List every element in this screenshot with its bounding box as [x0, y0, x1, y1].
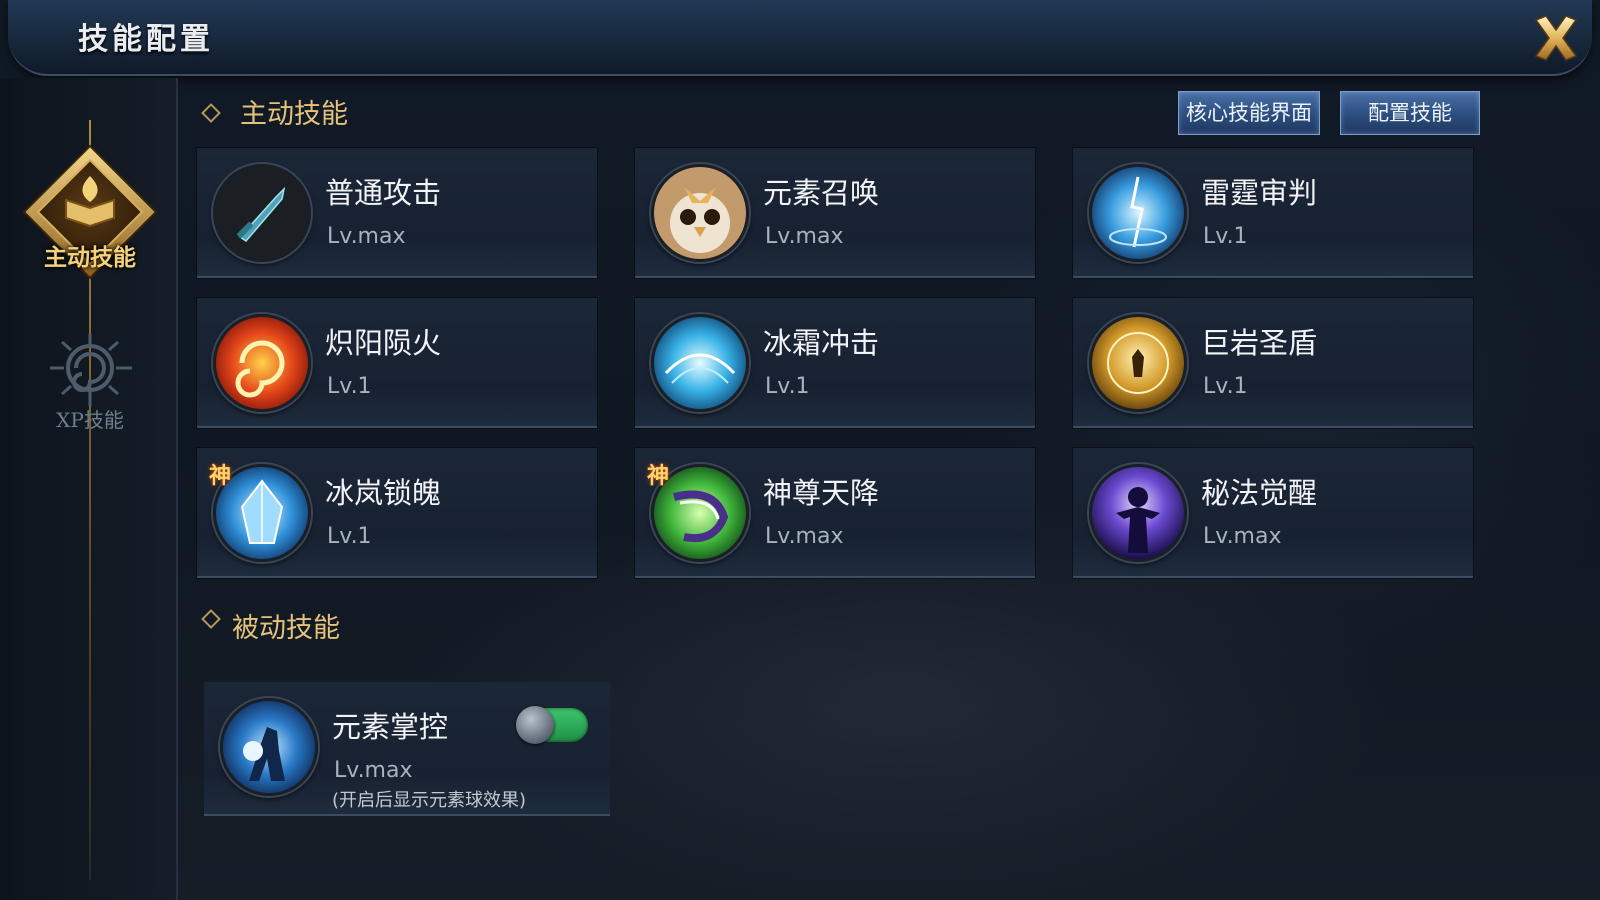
- skill-name: 元素召唤: [763, 176, 880, 210]
- skill-level: Lv.1: [765, 374, 810, 399]
- element-mastery-icon: [220, 698, 318, 796]
- skill-name: 元素掌控: [332, 710, 449, 744]
- skill-level: Lv.max: [327, 224, 406, 249]
- skill-name: 炽阳陨火: [325, 326, 442, 360]
- passive-note: (开启后显示元素球效果): [332, 790, 527, 811]
- sidebar-tab-label: 主动技能: [44, 244, 136, 271]
- sidebar-tab-active-skills[interactable]: 主动技能: [20, 142, 160, 282]
- skill-level: Lv.max: [765, 524, 844, 549]
- skill-card-blazing-meteor[interactable]: 炽阳陨火 Lv.1: [197, 298, 597, 428]
- active-skills-heading: 主动技能: [240, 99, 348, 130]
- skill-card-thunder-judgment[interactable]: 雷霆审判 Lv.1: [1073, 148, 1473, 278]
- skill-card-arcane-awakening[interactable]: 秘法觉醒 Lv.max: [1073, 448, 1473, 578]
- owl-spirit-icon: [651, 164, 749, 262]
- skill-name: 秘法觉醒: [1201, 476, 1318, 510]
- skill-level: Lv.max: [765, 224, 844, 249]
- skill-card-element-summon[interactable]: 元素召唤 Lv.max: [635, 148, 1035, 278]
- skill-card-divine-descent[interactable]: 神 神尊天降 Lv.max: [635, 448, 1035, 578]
- skill-level: Lv.1: [327, 374, 372, 399]
- skill-name: 冰岚锁魄: [325, 476, 442, 510]
- sidebar-tab-label: XP技能: [56, 408, 124, 432]
- skill-name: 普通攻击: [325, 176, 442, 210]
- fire-swirl-icon: [213, 314, 311, 412]
- skill-level: Lv.max: [334, 758, 413, 783]
- skill-card-normal-attack[interactable]: 普通攻击 Lv.max: [197, 148, 597, 278]
- passive-skills-heading: 被动技能: [232, 613, 340, 644]
- passive-skill-card[interactable]: 元素掌控 Lv.max (开启后显示元素球效果): [204, 682, 610, 816]
- skill-card-ice-storm-lock[interactable]: 神 冰岚锁魄 Lv.1: [197, 448, 597, 578]
- skill-level: Lv.1: [1203, 374, 1248, 399]
- skill-level: Lv.1: [1203, 224, 1248, 249]
- divine-badge: 神: [209, 463, 232, 489]
- close-x-icon: [1534, 15, 1578, 61]
- golden-shield-orb-icon: [1089, 314, 1187, 412]
- window-title: 技能配置: [78, 22, 214, 57]
- skill-card-rock-shield[interactable]: 巨岩圣盾 Lv.1: [1073, 298, 1473, 428]
- close-button[interactable]: [1528, 10, 1584, 66]
- skill-name: 雷霆审判: [1201, 176, 1318, 210]
- arcane-figure-icon: [1089, 464, 1187, 562]
- sword-icon: [213, 164, 311, 262]
- configure-skills-button[interactable]: 配置技能: [1340, 91, 1480, 135]
- skill-level: Lv.1: [327, 524, 372, 549]
- skill-card-frost-strike[interactable]: 冰霜冲击 Lv.1: [635, 298, 1035, 428]
- title-bar: 技能配置: [8, 0, 1592, 76]
- divine-badge: 神: [647, 463, 670, 489]
- lightning-orb-icon: [1089, 164, 1187, 262]
- element-effect-toggle[interactable]: [516, 706, 588, 744]
- sidebar-tab-xp-skills[interactable]: XP技能: [38, 330, 142, 440]
- skill-name: 冰霜冲击: [763, 326, 880, 360]
- toggle-knob: [516, 706, 554, 744]
- skill-name: 神尊天降: [763, 476, 880, 510]
- skill-name: 巨岩圣盾: [1201, 326, 1318, 360]
- skill-level: Lv.max: [1203, 524, 1282, 549]
- ice-blast-icon: [651, 314, 749, 412]
- core-skills-button[interactable]: 核心技能界面: [1178, 91, 1320, 135]
- spiral-emblem-icon: [50, 334, 132, 406]
